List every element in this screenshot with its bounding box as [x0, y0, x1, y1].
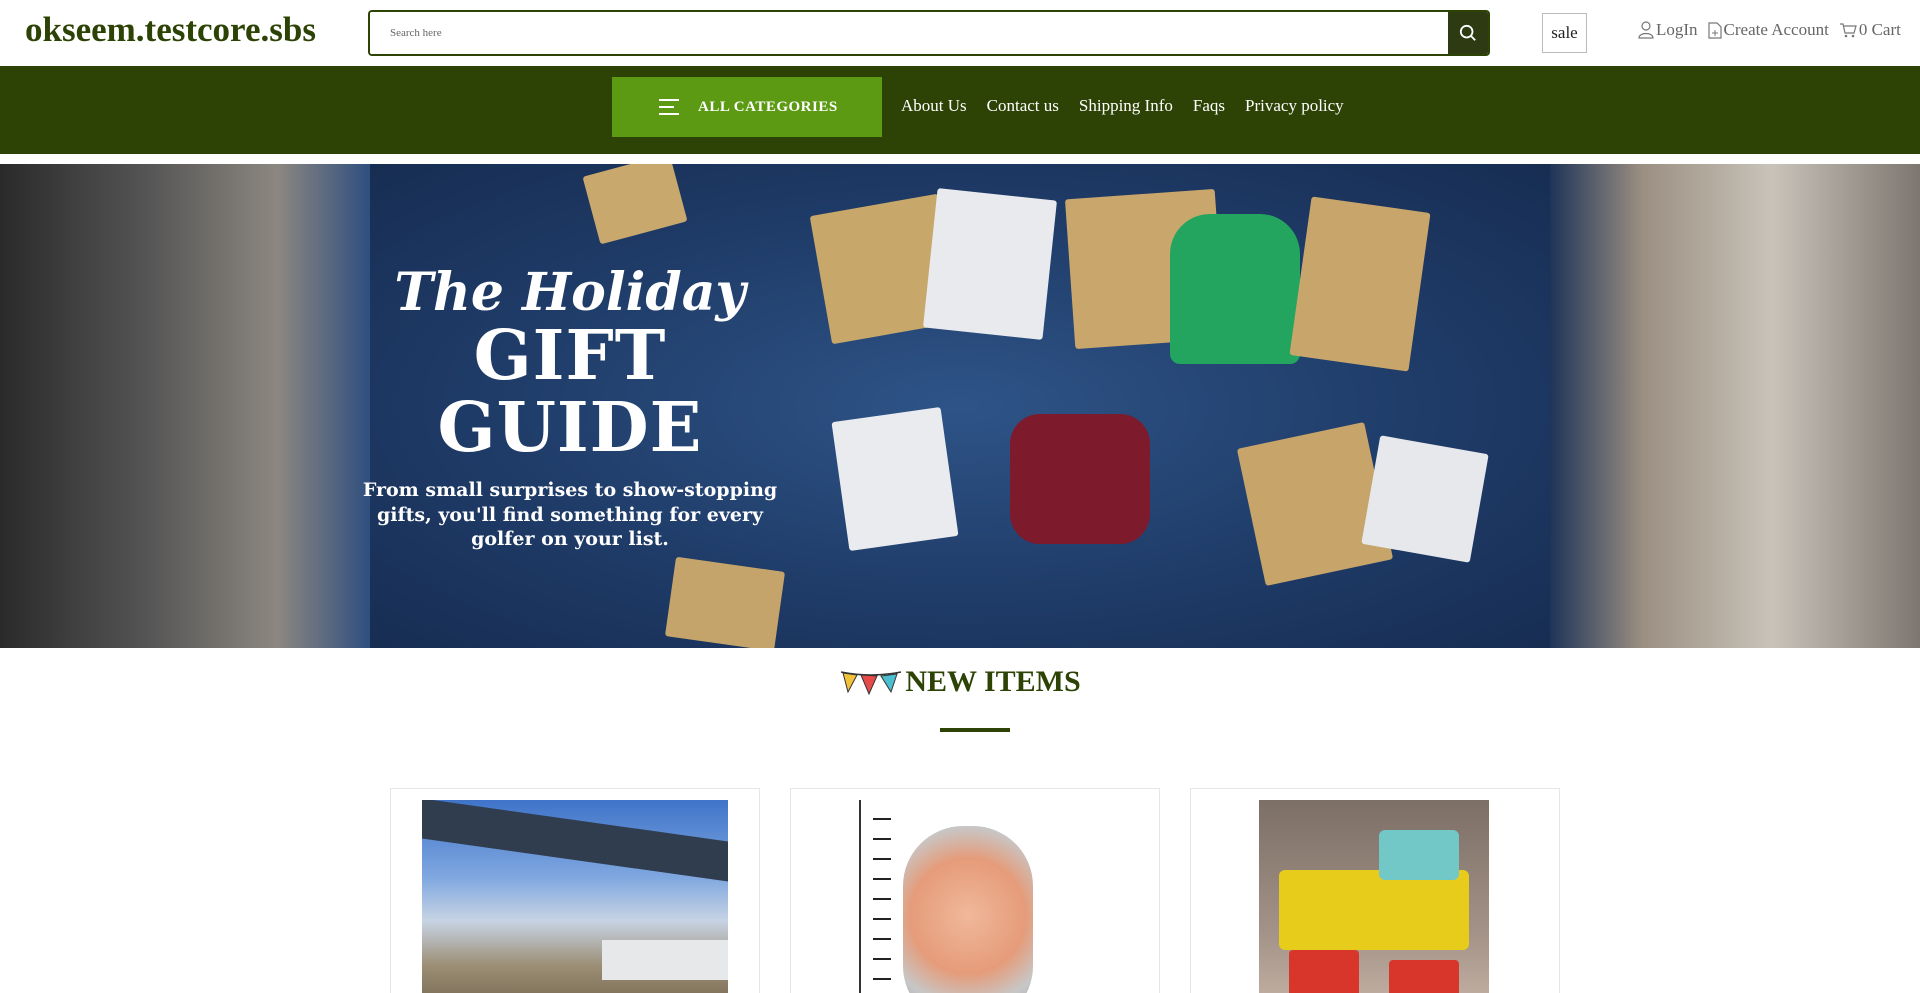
search-button[interactable]	[1448, 12, 1488, 54]
banner-subtitle: From small surprises to show-stopping gi…	[360, 478, 780, 552]
banner-subtitle-line: From small surprises to show-stopping	[362, 478, 778, 501]
banner-text: The Holiday GIFT GUIDE From small surpri…	[360, 264, 780, 552]
banner-boots-right	[1550, 164, 1920, 648]
nav-link-privacy-policy[interactable]: Privacy policy	[1245, 96, 1344, 116]
banner-script-title: The Holiday	[394, 262, 746, 323]
create-account-label: Create Account	[1723, 20, 1829, 39]
main-navbar: ALL CATEGORIES About Us Contact us Shipp…	[0, 66, 1920, 154]
nav-link-contact-us[interactable]: Contact us	[987, 96, 1059, 116]
document-icon	[1707, 21, 1722, 39]
new-items-heading: NEW ITEMS	[0, 665, 1920, 701]
cart-icon	[1839, 23, 1857, 38]
all-categories-button[interactable]: ALL CATEGORIES	[612, 77, 882, 137]
all-categories-label: ALL CATEGORIES	[698, 98, 838, 115]
search-bar	[368, 10, 1490, 56]
nav-link-shipping-info[interactable]: Shipping Info	[1079, 96, 1173, 116]
product-card[interactable]	[790, 788, 1160, 993]
account-links: LogIn Create Account 0 Cart	[1638, 20, 1901, 40]
product-image-watch[interactable]	[859, 800, 1093, 993]
banner-subtitle-line: golfer on your list.	[471, 528, 669, 551]
hamburger-icon	[659, 99, 679, 115]
cart-label: 0 Cart	[1858, 20, 1901, 39]
banner-title: GIFT GUIDE	[437, 316, 703, 468]
section-title: NEW ITEMS	[905, 665, 1081, 698]
site-logo[interactable]: okseem.testcore.sbs	[25, 10, 316, 50]
nav-link-about-us[interactable]: About Us	[901, 96, 967, 116]
create-account-link[interactable]: Create Account	[1707, 20, 1829, 40]
cart-link[interactable]: 0 Cart	[1839, 20, 1901, 40]
nav-links: About Us Contact us Shipping Info Faqs P…	[901, 96, 1344, 116]
product-image-toy-truck[interactable]	[1259, 800, 1489, 993]
sale-button[interactable]: sale	[1542, 13, 1587, 53]
user-icon	[1638, 21, 1654, 39]
search-input[interactable]	[370, 12, 1448, 54]
section-title-underline	[940, 728, 1010, 732]
login-label: LogIn	[1656, 20, 1698, 39]
login-link[interactable]: LogIn	[1638, 20, 1698, 40]
site-header: okseem.testcore.sbs sale LogIn Create Ac…	[0, 0, 1920, 66]
search-icon	[1459, 24, 1476, 41]
hero-banner[interactable]: The Holiday GIFT GUIDE From small surpri…	[0, 164, 1920, 648]
banner-boots-left	[0, 164, 370, 648]
bunting-flags-icon	[841, 671, 902, 696]
product-card[interactable]	[390, 788, 760, 993]
banner-subtitle-line: gifts, you'll find something for every	[376, 503, 764, 526]
product-card[interactable]	[1190, 788, 1560, 993]
nav-link-faqs[interactable]: Faqs	[1193, 96, 1225, 116]
product-image-shed[interactable]	[422, 800, 728, 993]
